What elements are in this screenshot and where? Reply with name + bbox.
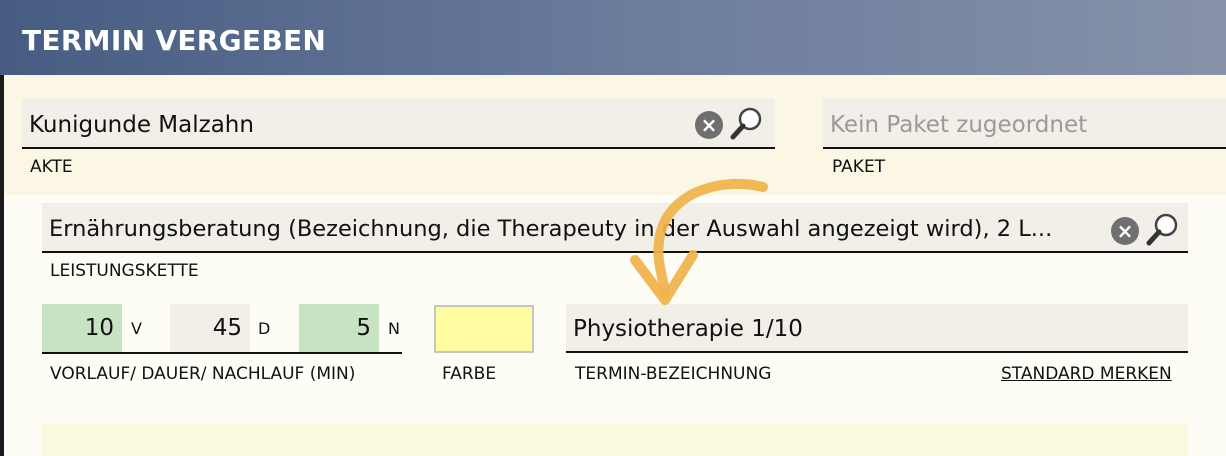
leistungskette-caption: LEISTUNGSKETTE <box>50 261 199 281</box>
termin-bezeichnung-field[interactable]: Physiotherapie 1/10 <box>566 304 1188 353</box>
timing-caption: VORLAUF/ DAUER/ NACHLAUF (MIN) <box>50 364 356 384</box>
akte-caption: AKTE <box>30 157 73 177</box>
vorlauf-input[interactable]: 10 <box>42 304 122 352</box>
nachlauf-unit: N <box>388 319 400 338</box>
search-icon[interactable] <box>1146 212 1180 246</box>
title-bar: TERMIN VERGEBEN <box>0 0 1226 75</box>
paket-caption: PAKET <box>832 157 886 177</box>
paket-placeholder: Kein Paket zugeordnet <box>830 112 1088 138</box>
dauer-unit: D <box>258 319 271 338</box>
standard-merken-link[interactable]: STANDARD MERKEN <box>1001 364 1172 384</box>
termin-bezeichnung-value: Physiotherapie 1/10 <box>573 316 803 342</box>
leistungskette-value: Ernährungsberatung (Bezeichnung, die The… <box>49 216 1053 242</box>
arrow-annotation-icon <box>630 178 768 305</box>
akte-field[interactable]: Kunigunde Malzahn × <box>22 99 775 149</box>
notes-area[interactable] <box>42 424 1188 456</box>
akte-value: Kunigunde Malzahn <box>29 112 254 138</box>
nachlauf-input[interactable]: 5 <box>299 304 379 352</box>
timing-underline <box>42 352 402 354</box>
search-icon[interactable] <box>730 106 764 140</box>
color-picker[interactable] <box>434 305 534 353</box>
clear-icon[interactable]: × <box>695 111 723 139</box>
farbe-caption: FARBE <box>442 364 497 384</box>
paket-field[interactable]: Kein Paket zugeordnet <box>823 99 1226 149</box>
vorlauf-unit: V <box>131 319 142 338</box>
clear-icon[interactable]: × <box>1111 217 1139 245</box>
dauer-input[interactable]: 45 <box>170 304 250 352</box>
window-title: TERMIN VERGEBEN <box>22 24 327 57</box>
termin-caption: TERMIN-BEZEICHNUNG <box>575 364 772 384</box>
